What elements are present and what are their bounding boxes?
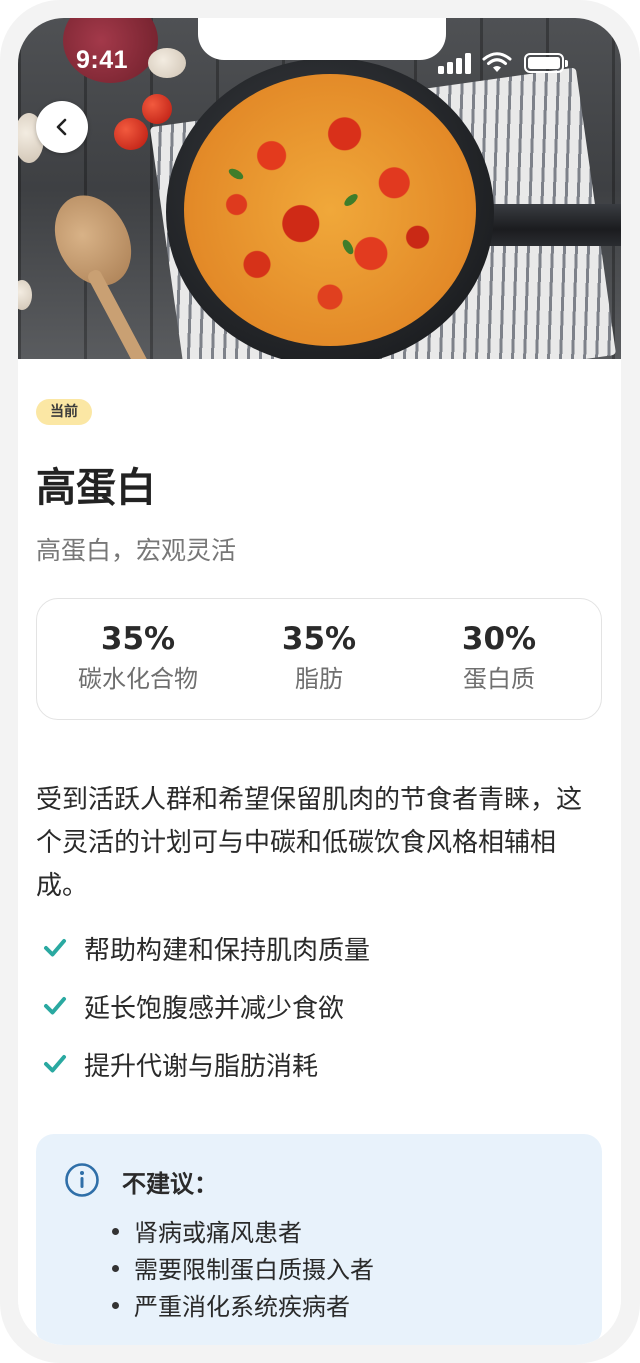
status-bar: 9:41 [18,18,621,98]
battery-icon [524,53,568,73]
status-icons [438,52,588,76]
check-icon [44,997,66,1015]
plan-title: 高蛋白 [36,465,156,511]
macro-label: 蛋白质 [463,665,535,693]
device-notch [198,18,446,60]
status-time: 9:41 [76,46,129,74]
benefit-item: 延长饱腹感并减少食欲 [42,977,370,1035]
macro-protein: 30% 蛋白质 [409,619,589,695]
chevron-left-icon [56,118,67,136]
macro-value: 35% [100,621,176,657]
back-button[interactable] [36,101,88,153]
cherry-tomato [142,94,172,124]
warning-list: 肾病或痛风患者 需要限制蛋白质摄入者 严重消化系统疾病者 [112,1212,374,1323]
screen: 9:41 当前 高蛋白 高蛋白，宏观灵活 35% 碳水化合物 35% 脂肪 30… [18,18,621,1345]
check-icon [44,939,66,957]
benefit-item: 提升代谢与脂肪消耗 [42,1035,370,1093]
plan-description: 受到活跃人群和希望保留肌肉的节食者青睐，这个灵活的计划可与中碳和低碳饮食风格相辅… [36,785,583,901]
benefit-text: 提升代谢与脂肪消耗 [84,1051,319,1082]
wooden-spoon-handle [85,267,165,359]
wifi-icon [482,52,512,72]
pan-handle [473,204,621,246]
macro-carbs: 35% 碳水化合物 [48,619,228,695]
benefit-item: 帮助构建和保持肌肉质量 [42,919,370,977]
plan-subtitle: 高蛋白，宏观灵活 [36,536,237,565]
garlic-clove [18,280,32,310]
macro-fat: 35% 脂肪 [229,619,409,695]
warning-item: 肾病或痛风患者 [112,1212,374,1249]
macro-label: 脂肪 [295,665,343,693]
warning-item: 严重消化系统疾病者 [112,1286,374,1323]
phone-frame: 9:41 当前 高蛋白 高蛋白，宏观灵活 35% 碳水化合物 35% 脂肪 30… [0,0,640,1363]
plan-details: 当前 高蛋白 高蛋白，宏观灵活 35% 碳水化合物 35% 脂肪 30% 蛋白质… [18,359,621,1345]
benefit-text: 帮助构建和保持肌肉质量 [84,935,371,966]
macro-label: 碳水化合物 [78,665,198,693]
cherry-tomato [114,118,148,150]
current-badge: 当前 [36,399,92,425]
benefit-text: 延长饱腹感并减少食欲 [84,993,345,1024]
not-recommended-card: 不建议： 肾病或痛风患者 需要限制蛋白质摄入者 严重消化系统疾病者 [36,1134,602,1345]
signal-icon [438,52,474,74]
warning-title: 不建议： [122,1170,218,1198]
macro-value: 30% [461,621,537,657]
check-icon [44,1055,66,1073]
info-circle-icon [65,1163,99,1197]
benefits-list: 帮助构建和保持肌肉质量 延长饱腹感并减少食欲 提升代谢与脂肪消耗 [42,919,370,1093]
warning-item: 需要限制蛋白质摄入者 [112,1249,374,1286]
macro-value: 35% [281,621,357,657]
macro-summary-card: 35% 碳水化合物 35% 脂肪 30% 蛋白质 [36,598,602,720]
frittata [184,74,476,346]
